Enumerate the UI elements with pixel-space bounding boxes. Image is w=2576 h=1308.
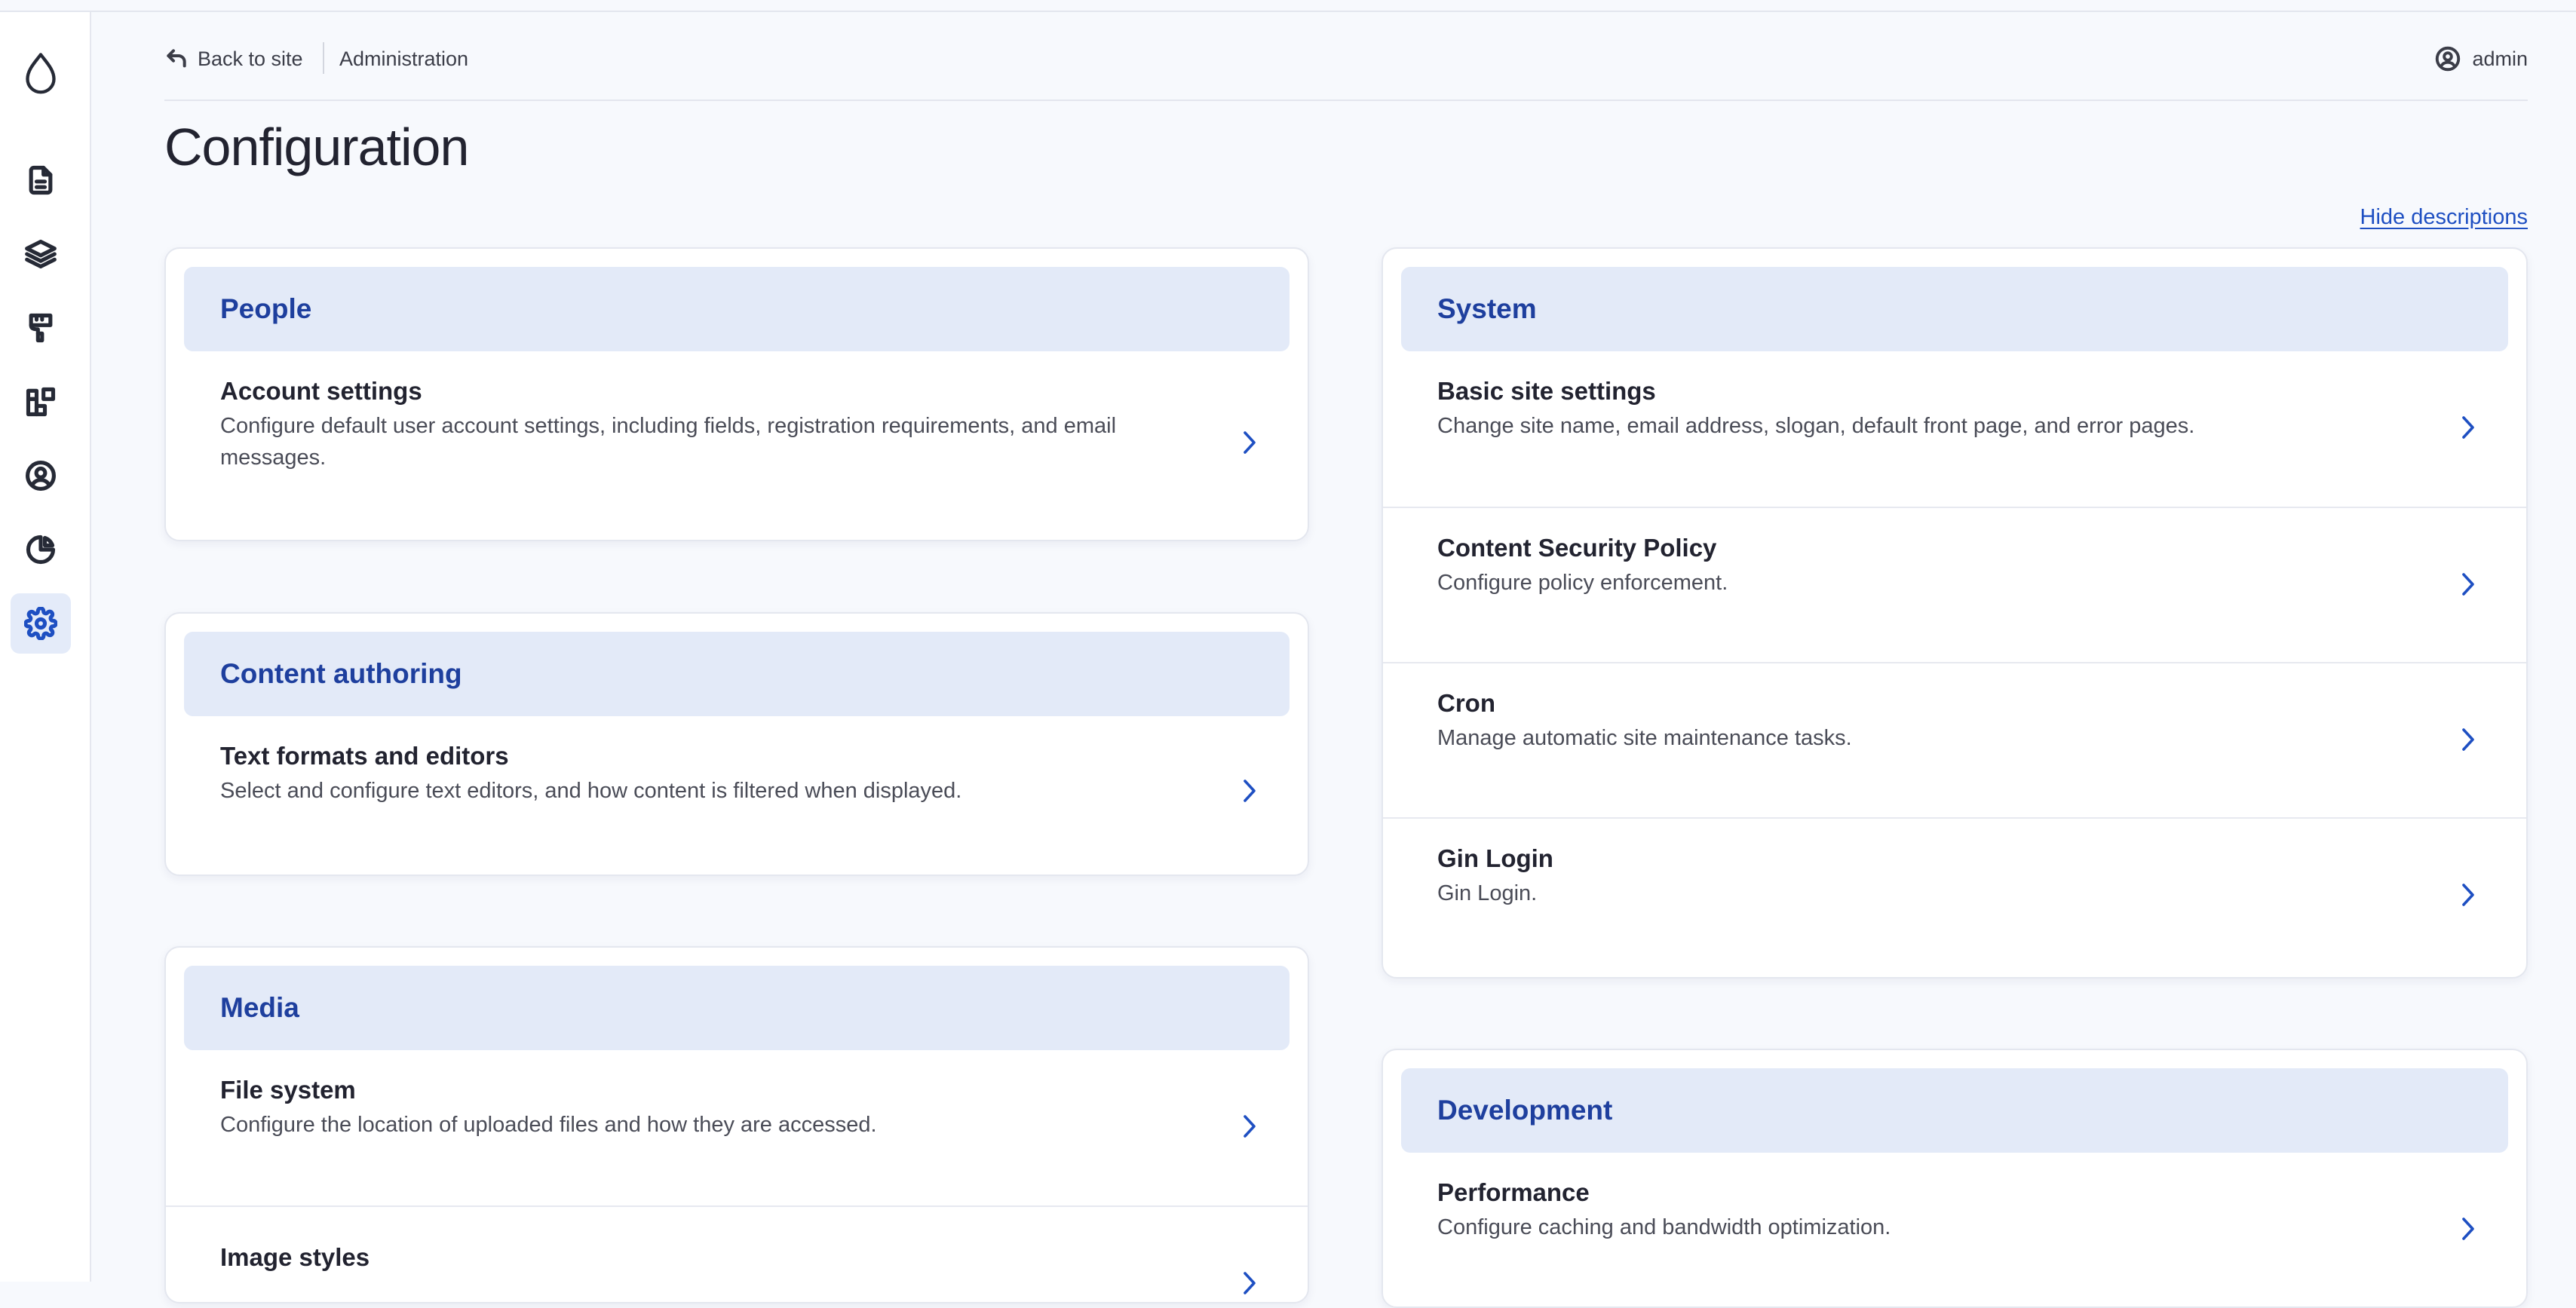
chevron-right-icon xyxy=(1240,1270,1259,1296)
item-title: Performance xyxy=(1437,1178,1590,1206)
configuration-icon[interactable] xyxy=(11,593,71,654)
breadcrumb: Administration xyxy=(339,42,468,75)
section-title: System xyxy=(1437,293,1537,324)
list-item-account-settings[interactable]: Account settings Configure default user … xyxy=(166,351,1308,540)
section-title: People xyxy=(220,293,312,324)
appearance-icon[interactable] xyxy=(11,298,71,358)
item-description: Change site name, email address, slogan,… xyxy=(1437,414,2195,438)
item-description: Configure the location of uploaded files… xyxy=(220,1113,877,1137)
content-icon[interactable] xyxy=(11,150,71,210)
admin-toolbar xyxy=(0,12,91,1282)
list-item-text-formats[interactable]: Text formats and editors Select and conf… xyxy=(166,716,1308,875)
hide-descriptions-link[interactable]: Hide descriptions xyxy=(2360,205,2528,230)
chevron-right-icon xyxy=(1240,778,1259,804)
user-menu[interactable]: admin xyxy=(2434,42,2528,75)
section-system: System Basic site settings Change site n… xyxy=(1382,247,2528,979)
reports-icon[interactable] xyxy=(11,519,71,580)
item-description: Gin Login. xyxy=(1437,881,1538,905)
people-icon[interactable] xyxy=(11,446,71,506)
section-header: System xyxy=(1401,267,2508,351)
list-item-performance[interactable]: Performance Configure caching and bandwi… xyxy=(1383,1153,2526,1306)
item-description: Configure policy enforcement. xyxy=(1437,571,1728,595)
breadcrumb-administration[interactable]: Administration xyxy=(339,47,468,71)
user-avatar-icon xyxy=(2436,46,2461,72)
drupal-logo-icon[interactable] xyxy=(11,44,71,104)
back-to-site-link[interactable]: Back to site xyxy=(164,42,303,75)
section-title: Development xyxy=(1437,1095,1613,1126)
item-title: Cron xyxy=(1437,689,1495,717)
item-description: Manage automatic site maintenance tasks. xyxy=(1437,726,1852,750)
item-title: Gin Login xyxy=(1437,844,1553,872)
chevron-right-icon xyxy=(2458,727,2478,752)
chevron-right-icon xyxy=(2458,415,2478,440)
section-media: Media File system Configure the location… xyxy=(164,946,1309,1303)
item-title: Image styles xyxy=(220,1243,370,1271)
item-title: Text formats and editors xyxy=(220,742,509,770)
user-name: admin xyxy=(2472,47,2528,70)
section-header: People xyxy=(184,267,1290,351)
section-development: Development Performance Configure cachin… xyxy=(1382,1049,2528,1308)
top-bar: Back to site Administration admin xyxy=(164,38,2528,101)
chevron-right-icon xyxy=(1240,1113,1259,1139)
section-header: Content authoring xyxy=(184,632,1290,716)
section-title: Media xyxy=(220,992,299,1023)
back-arrow-icon xyxy=(167,49,186,68)
breadcrumb-divider xyxy=(323,42,324,74)
list-item-content-security-policy[interactable]: Content Security Policy Configure policy… xyxy=(1383,507,2526,663)
item-title: Account settings xyxy=(220,377,422,405)
extend-icon[interactable] xyxy=(11,372,71,432)
section-header: Media xyxy=(184,966,1290,1050)
section-content-authoring: Content authoring Text formats and edito… xyxy=(164,612,1309,876)
item-description: Configure default user account settings,… xyxy=(220,414,1117,470)
item-description: Configure caching and bandwidth optimiza… xyxy=(1437,1215,1891,1239)
list-item-gin-login[interactable]: Gin Login Gin Login. xyxy=(1383,817,2526,977)
section-people: People Account settings Configure defaul… xyxy=(164,247,1309,541)
list-item-basic-site-settings[interactable]: Basic site settings Change site name, em… xyxy=(1383,351,2526,507)
list-item-file-system[interactable]: File system Configure the location of up… xyxy=(166,1050,1308,1205)
chevron-right-icon xyxy=(1240,430,1259,455)
item-title: File system xyxy=(220,1076,356,1104)
item-title: Content Security Policy xyxy=(1437,534,1717,562)
list-item-image-styles[interactable]: Image styles xyxy=(166,1205,1308,1302)
item-title: Basic site settings xyxy=(1437,377,1656,405)
back-to-site-label: Back to site xyxy=(198,47,303,70)
section-header: Development xyxy=(1401,1068,2508,1153)
page-title: Configuration xyxy=(164,118,469,176)
chevron-right-icon xyxy=(2458,882,2478,908)
top-edge xyxy=(0,0,2576,12)
chevron-right-icon xyxy=(2458,1216,2478,1242)
item-description: Select and configure text editors, and h… xyxy=(220,779,962,803)
section-title: Content authoring xyxy=(220,658,462,689)
structure-icon[interactable] xyxy=(11,224,71,284)
chevron-right-icon xyxy=(2458,571,2478,597)
list-item-cron[interactable]: Cron Manage automatic site maintenance t… xyxy=(1383,662,2526,819)
